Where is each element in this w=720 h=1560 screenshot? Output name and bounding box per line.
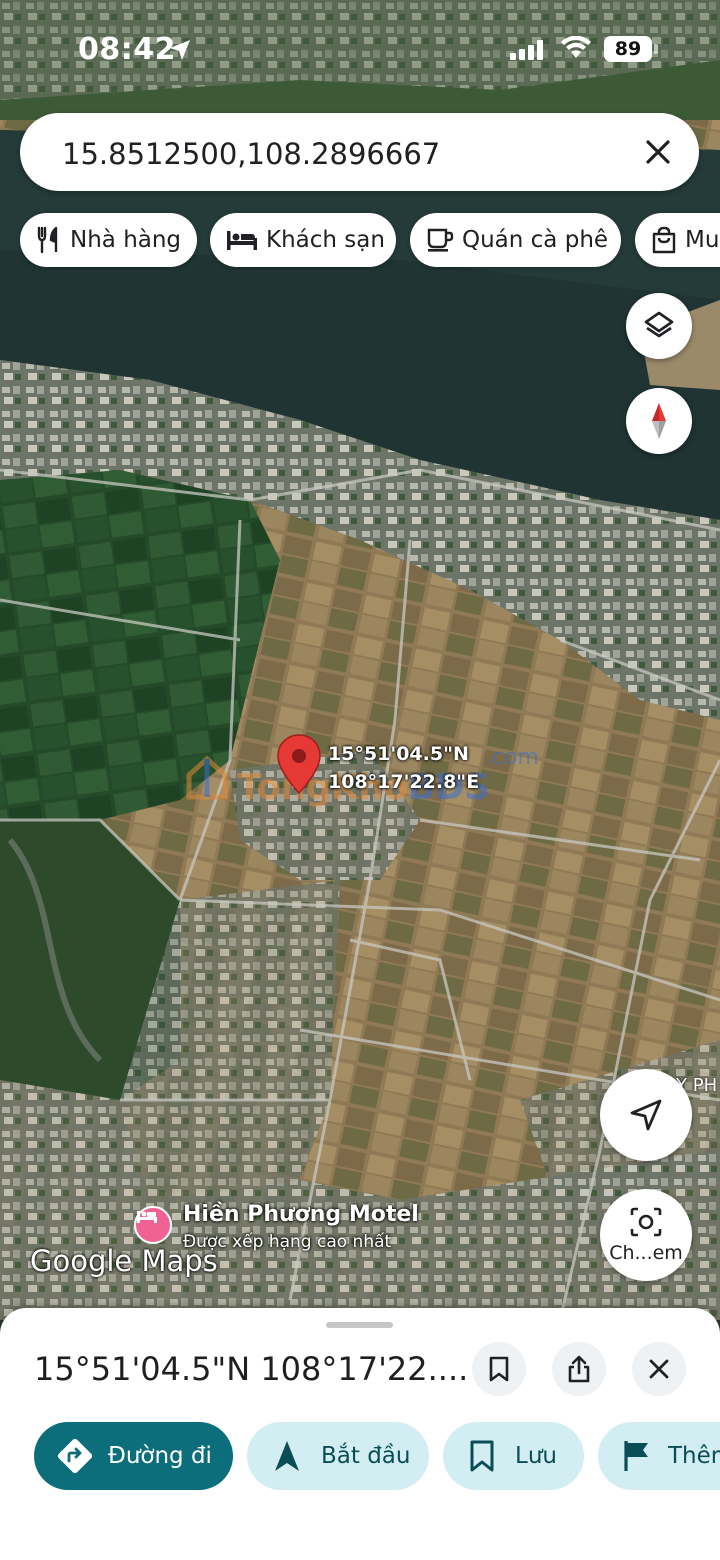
watermark-domain: .com [485, 745, 539, 770]
directions-label: Đường đi [108, 1443, 212, 1469]
navigation-arrow-icon [275, 1441, 299, 1471]
pin-longitude: 108°17'22.8"E [328, 771, 480, 793]
chip-label: Mu [685, 227, 720, 253]
search-bar[interactable]: 15.8512500,108.2896667 [20, 113, 699, 191]
fork-knife-icon [37, 226, 58, 254]
compass-icon [652, 403, 666, 439]
more-label: Thêm [668, 1443, 720, 1469]
chip-coffee[interactable]: Quán cà phê [410, 213, 621, 267]
close-icon [649, 1359, 669, 1379]
close-sheet-button[interactable] [632, 1342, 686, 1396]
navigation-arrow-icon [630, 1099, 662, 1131]
bed-icon [227, 231, 257, 250]
start-button[interactable]: Bắt đầu [247, 1422, 429, 1490]
shopping-bag-icon [652, 226, 676, 254]
share-button[interactable] [552, 1342, 606, 1396]
chip-label: Nhà hàng [70, 227, 182, 253]
battery-tip [654, 44, 658, 54]
chip-shopping[interactable]: Mu [635, 213, 720, 267]
google-maps-attribution: Google Maps [30, 1244, 218, 1278]
compass-button[interactable] [626, 388, 692, 454]
coffee-cup-icon [427, 228, 454, 252]
more-button[interactable]: Thêm [598, 1422, 720, 1490]
category-chips: Nhà hàng Khách sạn Quán cà phê Mu [20, 213, 720, 267]
cellular-signal-icon [510, 40, 543, 60]
poi-name[interactable]: Hiền Phương Motel [183, 1202, 419, 1227]
save-button[interactable]: Lưu [443, 1422, 584, 1490]
flag-icon [624, 1441, 648, 1471]
map-pin-icon [277, 734, 321, 795]
camera-search-icon [630, 1207, 662, 1237]
wifi-icon [561, 36, 591, 58]
chip-hotels[interactable]: Khách sạn [210, 213, 396, 267]
status-time: 08:42 [78, 32, 176, 67]
chip-label: Quán cà phê [462, 227, 609, 253]
status-bar: 08:42 89 [0, 0, 720, 100]
bookmark-icon [470, 1440, 494, 1472]
hotel-poi-marker[interactable] [134, 1206, 172, 1244]
battery-indicator: 89 [604, 36, 652, 62]
house-logo-icon [186, 755, 228, 800]
start-label: Bắt đầu [321, 1443, 411, 1469]
chip-restaurants[interactable]: Nhà hàng [20, 213, 197, 267]
save-label: Lưu [515, 1443, 557, 1469]
layers-icon [644, 311, 674, 338]
share-icon [568, 1355, 590, 1383]
directions-icon [57, 1438, 93, 1474]
place-title: 15°51'04.5"N 108°17'22.... [34, 1350, 469, 1388]
bookmark-icon [489, 1356, 509, 1382]
layers-button[interactable] [626, 293, 692, 359]
my-location-button[interactable] [600, 1069, 692, 1161]
chip-label: Khách sạn [266, 227, 385, 253]
search-query[interactable]: 15.8512500,108.2896667 [62, 137, 440, 171]
close-icon[interactable] [641, 135, 675, 169]
camera-search-label: Ch...em [609, 1242, 683, 1264]
pin-coordinate-label: 15°51'04.5"N 108°17'22.8"E [328, 740, 479, 796]
location-services-icon [170, 40, 190, 60]
save-icon-button[interactable] [472, 1342, 526, 1396]
drag-handle[interactable] [326, 1322, 393, 1328]
place-bottom-sheet: 15°51'04.5"N 108°17'22.... Đường đi Bắt … [0, 1308, 720, 1560]
bed-icon [137, 1211, 157, 1223]
camera-search-button[interactable]: Ch...em [600, 1189, 692, 1281]
pin-latitude: 15°51'04.5"N [328, 743, 469, 765]
directions-button[interactable]: Đường đi [34, 1422, 233, 1490]
